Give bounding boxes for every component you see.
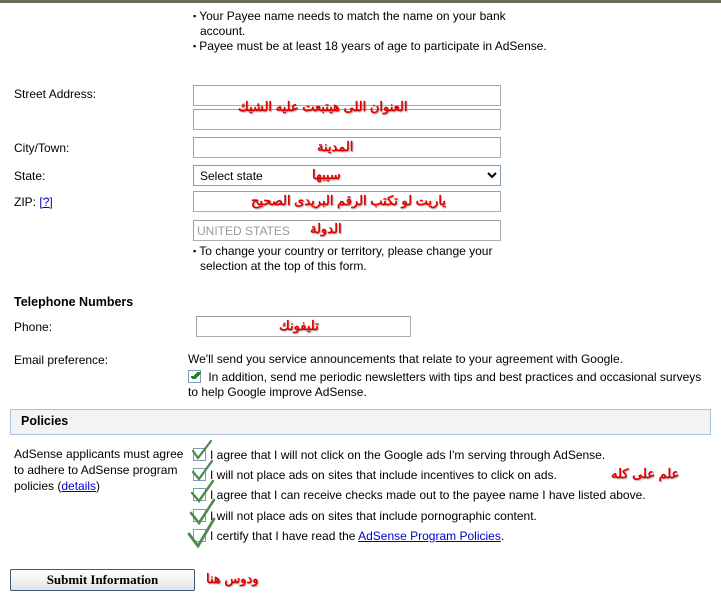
policy-row-2[interactable]: I will not place ads on sites that inclu… [193,468,557,482]
policy-checkbox-4[interactable] [193,509,206,522]
certify-prefix: I certify that I have read the [210,529,359,543]
policies-details-link[interactable]: details [61,479,96,493]
policy-row-1[interactable]: I agree that I will not click on the Goo… [193,448,605,462]
zip-label: ZIP: [?] [14,195,53,209]
policy-checkbox-2[interactable] [193,468,206,481]
policy-label-2: I will not place ads on sites that inclu… [210,468,557,482]
street-address-line1-input[interactable] [193,85,501,106]
city-town-input[interactable] [193,137,501,158]
email-preference-block: We'll send you service announcements tha… [188,352,708,400]
policy-label-3: I agree that I can receive checks made o… [210,488,646,502]
certify-suffix: . [500,529,505,543]
country-note-text: To change your country or territory, ple… [193,244,543,274]
email-intro-text: We'll send you service announcements tha… [188,352,623,366]
policies-panel-header: Policies [10,409,711,435]
phone-label: Phone: [14,320,53,334]
policy-row-certify[interactable]: I certify that I have read the AdSense P… [193,529,504,543]
policies-panel-title: Policies [21,414,69,428]
payee-note-2: Payee must be at least 18 years of age t… [193,39,553,54]
telephone-section-title: Telephone Numbers [14,295,134,309]
state-label: State: [14,169,46,183]
zip-help-link[interactable]: [?] [39,195,52,209]
zip-label-text: ZIP: [14,195,37,209]
street-address-label: Street Address: [14,87,97,101]
newsletter-label: In addition, send me periodic newsletter… [188,370,702,399]
city-town-label: City/Town: [14,141,70,155]
submit-information-button[interactable]: Submit Information [10,569,195,591]
policy-row-4[interactable]: I will not place ads on sites that inclu… [193,509,537,523]
policy-label-4: I will not place ads on sites that inclu… [210,509,537,523]
adsense-program-policies-link[interactable]: AdSense Program Policies [358,529,501,543]
adsense-signup-form-page: Your Payee name needs to match the name … [0,0,721,597]
country-readonly-input [193,220,501,241]
country-note: To change your country or territory, ple… [193,244,543,274]
email-preference-label: Email preference: [14,353,109,367]
phone-input[interactable] [196,316,411,337]
policy-row-3[interactable]: I agree that I can receive checks made o… [193,488,646,502]
policy-checkbox-1[interactable] [193,448,206,461]
state-select[interactable]: Select state [193,165,501,186]
payee-notes: Your Payee name needs to match the name … [193,9,553,54]
street-address-line2-input[interactable] [193,109,501,130]
payee-note-1: Your Payee name needs to match the name … [193,9,553,39]
zip-input[interactable] [193,191,501,212]
policy-label-1: I agree that I will not click on the Goo… [210,448,606,462]
newsletter-optin-row[interactable]: In addition, send me periodic newsletter… [188,370,708,400]
annotation-policies: علم على كله [611,466,680,481]
policies-description: AdSense applicants must agree to adhere … [14,446,189,494]
newsletter-checkbox[interactable] [188,370,201,383]
annotation-submit: ودوس هنا [206,571,259,586]
policy-checkbox-3[interactable] [193,488,206,501]
policies-description-suffix: ) [96,479,101,493]
policy-checkbox-certify[interactable] [193,529,206,542]
